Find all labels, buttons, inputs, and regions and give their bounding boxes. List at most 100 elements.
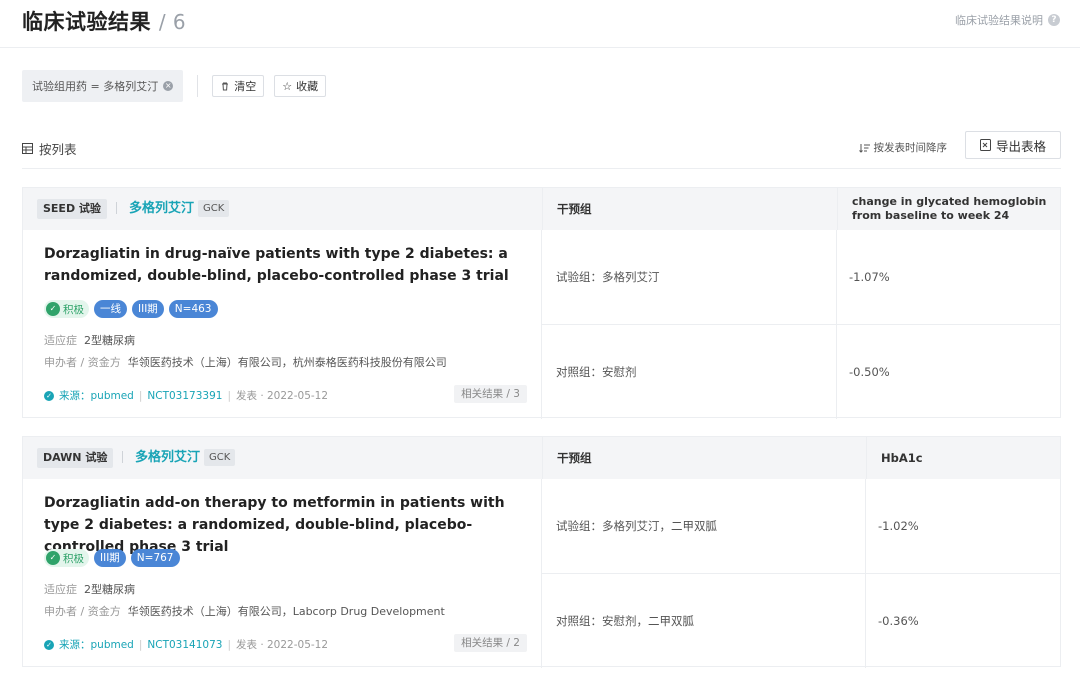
close-icon[interactable]: ×	[163, 81, 174, 91]
gene-tag: GCK	[198, 200, 230, 217]
excel-icon	[979, 139, 991, 151]
export-label: 导出表格	[995, 138, 1046, 154]
outcome-value-cell: -1.07%	[835, 230, 1060, 325]
indication-label: 适应症	[44, 583, 77, 596]
intervention-column-header: 干预组	[542, 188, 837, 230]
intervention-column: 试验组：多格列艾汀 对照组：安慰剂	[542, 230, 837, 419]
sponsor-row: 申办者 / 资金方 华领医药技术（上海）有限公司，杭州泰格医药科技股份有限公司	[44, 354, 447, 370]
export-button[interactable]: 导出表格	[965, 131, 1061, 159]
clear-label: 清空	[234, 80, 257, 93]
sponsor-row: 申办者 / 资金方 华领医药技术（上海）有限公司，Labcorp Drug De…	[44, 603, 445, 619]
indication-label: 适应症	[44, 334, 77, 347]
trial-name-tag: DAWN 试验	[37, 448, 114, 468]
drug-link[interactable]: 多格列艾汀	[129, 199, 194, 219]
publish-date: 发表 · 2022-05-12	[235, 390, 329, 402]
outcome-column: -1.02% -0.36%	[864, 479, 1060, 668]
source-link[interactable]: 来源：pubmed	[59, 637, 134, 652]
filter-bar: 试验组用药 = 多格列艾汀 × 清空 ☆ 收藏	[22, 70, 336, 102]
divider: |	[138, 638, 143, 651]
clear-button[interactable]: 清空	[212, 75, 265, 97]
favorite-button[interactable]: ☆ 收藏	[274, 75, 327, 97]
table-icon	[22, 143, 33, 154]
related-results-button[interactable]: 相关结果 / 3	[454, 385, 527, 403]
arm-group-cell: 试验组：多格列艾汀，二甲双胍	[542, 479, 865, 574]
divider	[116, 202, 117, 214]
trial-card: SEED 试验 多格列艾汀 GCK 干预组 change in glycated…	[22, 187, 1061, 419]
filter-chip-label: 试验组用药 = 多格列艾汀	[32, 80, 159, 93]
sample-size-badge: N=767	[130, 549, 180, 567]
top-bar: 临床试验结果 / 6 临床试验结果说明 ?	[0, 0, 1080, 48]
trial-card-header: DAWN 试验 多格列艾汀 GCK 干预组 HbA1c	[23, 437, 1060, 479]
arm-group-cell: 对照组：安慰剂	[556, 365, 637, 379]
outcome-value-cell: -1.02%	[864, 479, 1060, 574]
divider: |	[227, 638, 231, 651]
sort-icon	[858, 143, 870, 153]
trial-info: Dorzagliatin in drug-naïve patients with…	[23, 230, 542, 419]
page-title-text: 临床试验结果	[22, 10, 151, 34]
sponsor-value: 华领医药技术（上海）有限公司，杭州泰格医药科技股份有限公司	[127, 356, 447, 369]
trial-info: Dorzagliatin add-on therapy to metformin…	[23, 479, 542, 668]
help-label: 临床试验结果说明	[955, 14, 1043, 27]
arm-group-cell: 试验组：多格列艾汀	[542, 230, 836, 325]
trial-name-tag: SEED 试验	[37, 199, 107, 219]
outcome-value-cell: -0.50%	[849, 365, 890, 379]
outcome-column: -1.07% -0.50%	[835, 230, 1060, 419]
favorite-label: 收藏	[296, 80, 319, 93]
check-circle-icon: ✓	[44, 639, 54, 650]
badge-group: ✓ 积极 一线 III期 N=463	[44, 300, 218, 318]
indication-row: 适应症 2型糖尿病	[44, 581, 135, 597]
shield-check-icon: ✓	[46, 551, 60, 565]
star-icon: ☆	[282, 79, 293, 93]
count-value: 6	[172, 10, 187, 34]
line-badge: 一线	[94, 300, 127, 318]
view-toolbar: 按列表 按发表时间降序 导出表格	[22, 131, 1061, 169]
divider	[122, 451, 123, 463]
badge-group: ✓ 积极 III期 N=767	[44, 549, 180, 567]
shield-check-icon: ✓	[46, 302, 60, 316]
help-link[interactable]: 临床试验结果说明 ?	[955, 12, 1060, 28]
indication-row: 适应症 2型糖尿病	[44, 332, 135, 348]
outcome-column-header: change in glycated hemoglobin from basel…	[837, 188, 1062, 230]
positive-badge: ✓ 积极	[44, 549, 89, 567]
gene-tag: GCK	[204, 449, 236, 466]
phase-badge: III期	[132, 300, 164, 318]
count-separator: /	[158, 10, 167, 34]
divider: |	[227, 389, 231, 402]
source-row: ✓ 来源：pubmed | NCT03141073 | 发表 · 2022-05…	[44, 637, 328, 652]
page-title: 临床试验结果 / 6	[22, 6, 186, 36]
arm-group-cell: 对照组：安慰剂，二甲双胍	[556, 614, 694, 628]
intervention-column: 试验组：多格列艾汀，二甲双胍 对照组：安慰剂，二甲双胍	[542, 479, 866, 668]
nct-link[interactable]: NCT03141073	[147, 639, 222, 651]
positive-badge-label: 积极	[63, 552, 84, 565]
sponsor-label: 申办者 / 资金方	[44, 605, 121, 618]
related-results-button[interactable]: 相关结果 / 2	[454, 634, 527, 652]
outcome-column-header: HbA1c	[866, 437, 1062, 479]
trial-card-body: Dorzagliatin add-on therapy to metformin…	[23, 479, 1060, 668]
source-row: ✓ 来源：pubmed | NCT03173391 | 发表 · 2022-05…	[44, 388, 328, 403]
positive-badge: ✓ 积极	[44, 300, 89, 318]
intervention-column-header: 干预组	[542, 437, 866, 479]
list-view-toggle[interactable]: 按列表	[22, 139, 77, 158]
divider	[197, 75, 199, 97]
trial-card-header: SEED 试验 多格列艾汀 GCK 干预组 change in glycated…	[23, 188, 1060, 230]
trial-card: DAWN 试验 多格列艾汀 GCK 干预组 HbA1c Dorzagliatin…	[22, 436, 1061, 668]
check-circle-icon: ✓	[44, 390, 54, 401]
sort-label: 按发表时间降序	[873, 142, 948, 154]
sort-control[interactable]: 按发表时间降序	[858, 140, 948, 155]
phase-badge: III期	[94, 549, 126, 567]
outcome-value-cell: -0.36%	[878, 614, 919, 628]
nct-link[interactable]: NCT03173391	[147, 390, 222, 402]
publish-date: 发表 · 2022-05-12	[235, 639, 329, 651]
trash-icon	[222, 82, 229, 91]
positive-badge-label: 积极	[63, 303, 84, 316]
source-link[interactable]: 来源：pubmed	[59, 388, 134, 403]
sponsor-value: 华领医药技术（上海）有限公司，Labcorp Drug Development	[127, 605, 445, 618]
filter-chip[interactable]: 试验组用药 = 多格列艾汀 ×	[22, 70, 184, 102]
drug-link[interactable]: 多格列艾汀	[135, 448, 200, 468]
sponsor-label: 申办者 / 资金方	[44, 356, 121, 369]
question-icon: ?	[1048, 14, 1060, 26]
result-count: / 6	[159, 10, 186, 34]
sample-size-badge: N=463	[168, 300, 218, 318]
trial-title-link[interactable]: Dorzagliatin in drug-naïve patients with…	[44, 243, 532, 287]
trial-card-body: Dorzagliatin in drug-naïve patients with…	[23, 230, 1060, 419]
